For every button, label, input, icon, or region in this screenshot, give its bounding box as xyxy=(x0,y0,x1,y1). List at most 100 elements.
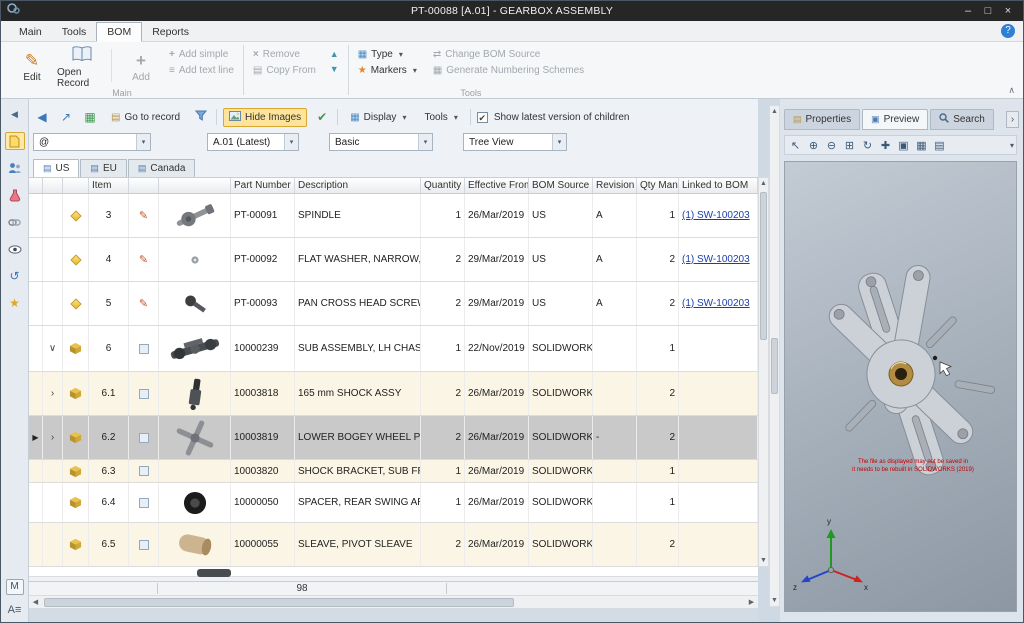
linked-bom-link[interactable]: (1) SW-100203 xyxy=(682,298,750,309)
expand-closed-icon[interactable]: › xyxy=(51,432,54,443)
hide-images-button[interactable]: Hide Images xyxy=(223,108,307,127)
col-item[interactable]: Item xyxy=(89,178,129,193)
linked-bom-link[interactable]: (1) SW-100203 xyxy=(682,254,750,265)
horizontal-scrollbar[interactable]: ◀ ▶ xyxy=(29,595,758,608)
zoom-fit-icon[interactable]: ⊞ xyxy=(841,137,858,153)
horizontal-scroll-thumb[interactable] xyxy=(44,598,514,607)
open-record-button[interactable]: Open Record xyxy=(57,45,107,89)
copy-from-button[interactable]: ▤ Copy From xyxy=(250,64,319,77)
shaded-view-icon[interactable]: ▣ xyxy=(895,137,912,153)
help-icon[interactable]: ? xyxy=(1001,24,1015,38)
properties-tab[interactable]: ▤ Properties xyxy=(784,109,860,130)
view-dropdown[interactable]: Basic ▾ xyxy=(329,133,433,151)
row-checkbox[interactable] xyxy=(139,466,149,476)
tab-main[interactable]: Main xyxy=(9,23,52,41)
tab-us[interactable]: ▤ US xyxy=(33,159,79,177)
col-description[interactable]: Description xyxy=(295,178,421,193)
move-down-button[interactable]: ▼ xyxy=(327,63,342,75)
display-menu-button[interactable]: ▦ Display ▾ xyxy=(344,109,412,126)
mode-dropdown[interactable]: Tree View ▾ xyxy=(463,133,567,151)
favorites-star-icon[interactable]: ★ xyxy=(5,294,25,312)
zoom-out-icon[interactable]: ⊖ xyxy=(823,137,840,153)
generate-numbering-button[interactable]: ▦ Generate Numbering Schemes xyxy=(430,64,587,77)
table-row[interactable]: 6.4 10000050 SPACER, REAR SWING ARM 1 26… xyxy=(29,483,758,523)
go-to-record-button[interactable]: ▤ Go to record xyxy=(105,109,186,126)
table-row[interactable]: 6.3 10003820 SHOCK BRACKET, SUB FRAME 1 … xyxy=(29,460,758,483)
show-latest-checkbox[interactable]: ✔ xyxy=(477,112,488,123)
table-row-selected[interactable]: ▶ › 6.2 10003819 LOWER BOGEY WHEEL PIVOT… xyxy=(29,416,758,460)
table-row[interactable]: › 6.1 10003818 165 mm SHOCK ASSY 2 26/Ma… xyxy=(29,372,758,416)
history-icon[interactable]: ↺ xyxy=(5,267,25,285)
preview-3d-viewport[interactable]: x y z The file as displayed may not be s… xyxy=(784,161,1017,612)
select-cursor-icon[interactable]: ↖ xyxy=(787,137,804,153)
col-revision[interactable]: Revision xyxy=(593,178,637,193)
maximize-button[interactable]: □ xyxy=(979,5,997,17)
table-row[interactable]: 3 ✎ PT-00091 SPINDLE 1 26/Mar/2019 US A … xyxy=(29,194,758,238)
zoom-in-icon[interactable]: ⊕ xyxy=(805,137,822,153)
tab-eu[interactable]: ▤ EU xyxy=(80,159,126,177)
back-icon[interactable]: ◀ xyxy=(33,110,51,124)
move-up-button[interactable]: ▲ xyxy=(327,48,342,60)
scroll-down-icon[interactable]: ▼ xyxy=(770,595,779,606)
tab-tools[interactable]: Tools xyxy=(52,23,97,41)
col-linked-to-bom[interactable]: Linked to BOM xyxy=(679,178,758,193)
table-row[interactable]: ∨ 6 10000239 SUB ASSEMBLY, LH CHASSIS 1 … xyxy=(29,326,758,372)
remove-button[interactable]: × Remove xyxy=(250,48,319,61)
m-panel-icon[interactable]: M xyxy=(6,579,24,595)
form-vertical-scrollbar[interactable]: ▲ ▼ xyxy=(769,105,780,607)
add-text-line-button[interactable]: ≡ Add text line xyxy=(166,64,237,77)
expand-panel-button[interactable]: › xyxy=(1006,111,1019,128)
table-row[interactable]: 5 ✎ PT-00093 PAN CROSS HEAD SCREW, M4 X … xyxy=(29,282,758,326)
bom-document-icon[interactable] xyxy=(5,132,25,150)
scroll-up-icon[interactable]: ▲ xyxy=(759,178,768,189)
col-bom-source[interactable]: BOM Source xyxy=(529,178,593,193)
row-checkbox[interactable] xyxy=(139,498,149,508)
col-effective-from[interactable]: Effective From xyxy=(465,178,529,193)
add-button[interactable]: + Add xyxy=(116,45,166,89)
pan-icon[interactable]: ✚ xyxy=(877,137,894,153)
markers-menu-button[interactable]: ★ Markers ▾ xyxy=(355,64,420,77)
scroll-up-icon[interactable]: ▲ xyxy=(770,106,779,117)
row-checkbox[interactable] xyxy=(139,540,149,550)
link-icon[interactable] xyxy=(5,213,25,231)
col-qty-manu[interactable]: Qty Manu xyxy=(637,178,679,193)
tab-reports[interactable]: Reports xyxy=(142,23,199,41)
scroll-right-icon[interactable]: ▶ xyxy=(745,598,758,606)
export-grid-icon[interactable]: ▦ xyxy=(81,110,99,124)
wireframe-view-icon[interactable]: ▦ xyxy=(913,137,930,153)
collapse-ribbon-icon[interactable]: ∧ xyxy=(1008,85,1015,96)
search-tab[interactable]: Search xyxy=(930,109,994,130)
preview-options-chevron-icon[interactable]: ▾ xyxy=(1010,141,1014,150)
table-scroll-thumb[interactable] xyxy=(760,192,767,340)
add-simple-button[interactable]: + Add simple xyxy=(166,48,237,61)
tab-bom[interactable]: BOM xyxy=(96,22,142,42)
scope-dropdown[interactable]: @ ▾ xyxy=(33,133,151,151)
row-checkbox[interactable] xyxy=(139,389,149,399)
table-row[interactable]: 6.5 10000055 SLEAVE, PIVOT SLEAVE 2 26/M… xyxy=(29,523,758,567)
table-vertical-scrollbar[interactable]: ▲ ▼ xyxy=(758,177,769,567)
row-checkbox[interactable] xyxy=(139,344,149,354)
close-button[interactable]: × xyxy=(999,5,1017,17)
preview-tab[interactable]: ▣ Preview xyxy=(862,109,928,130)
scroll-left-icon[interactable]: ◀ xyxy=(29,598,42,606)
filter-icon[interactable] xyxy=(192,110,210,124)
text-panel-icon[interactable]: A≡ xyxy=(8,604,22,616)
flask-icon[interactable] xyxy=(5,186,25,204)
minimize-button[interactable]: – xyxy=(959,5,977,17)
col-quantity[interactable]: Quantity xyxy=(421,178,465,193)
validate-icon[interactable]: ✔ xyxy=(313,110,331,124)
share-icon[interactable]: ↗ xyxy=(57,110,75,124)
tab-canada[interactable]: ▤ Canada xyxy=(128,159,196,177)
version-dropdown[interactable]: A.01 (Latest) ▾ xyxy=(207,133,299,151)
document-view-icon[interactable]: ▤ xyxy=(931,137,948,153)
tools-menu-button[interactable]: Tools ▾ xyxy=(418,109,463,126)
table-row[interactable]: 4 ✎ PT-00092 FLAT WASHER, NARROW, M4 2 2… xyxy=(29,238,758,282)
row-checkbox[interactable] xyxy=(139,433,149,443)
form-scroll-thumb[interactable] xyxy=(771,338,778,394)
edit-button[interactable]: ✎ Edit xyxy=(7,45,57,89)
expand-closed-icon[interactable]: › xyxy=(51,388,54,399)
linked-bom-link[interactable]: (1) SW-100203 xyxy=(682,210,750,221)
users-icon[interactable] xyxy=(5,159,25,177)
expand-open-icon[interactable]: ∨ xyxy=(49,343,56,354)
eye-icon[interactable] xyxy=(5,240,25,258)
